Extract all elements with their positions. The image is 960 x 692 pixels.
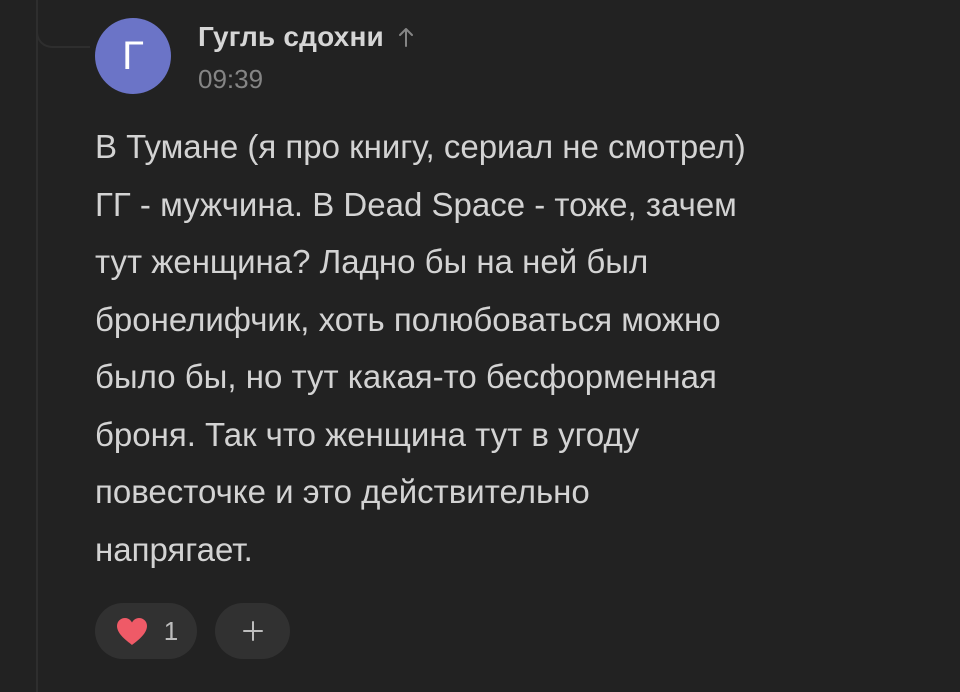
comment-line: бронелифчик, хоть полюбоваться можно [95, 300, 721, 338]
like-reaction-button[interactable]: 1 [95, 603, 197, 659]
plus-icon [242, 621, 263, 641]
comment-time[interactable]: 09:39 [198, 64, 263, 95]
comment-text: В Тумане (я про книгу, сериал не смотрел… [95, 118, 915, 578]
like-count: 1 [163, 615, 179, 646]
comment-line: тут женщина? Ладно бы на ней был [95, 243, 649, 280]
arrow-up-icon[interactable] [396, 25, 416, 49]
comment-line: повесточке и это действительно [95, 473, 590, 510]
avatar[interactable]: Г [95, 18, 171, 94]
comment-line: было бы, но тут какая-то бесформенная [95, 358, 717, 395]
author-row: Гугль сдохни [198, 20, 416, 54]
thread-line [36, 0, 38, 692]
comment-line: ГГ - мужчина. В Dead Space - тоже, зачем [95, 185, 737, 223]
comment-line: броня. Так что женщина тут в угоду [95, 415, 640, 453]
heart-icon [116, 618, 147, 645]
thread-branch [36, 0, 90, 48]
add-reaction-button[interactable] [215, 603, 290, 659]
comment-line: напрягает. [95, 530, 253, 568]
author-name[interactable]: Гугль сдохни [198, 21, 384, 53]
comment-line: В Тумане (я про книгу, сериал не смотрел… [95, 128, 746, 165]
